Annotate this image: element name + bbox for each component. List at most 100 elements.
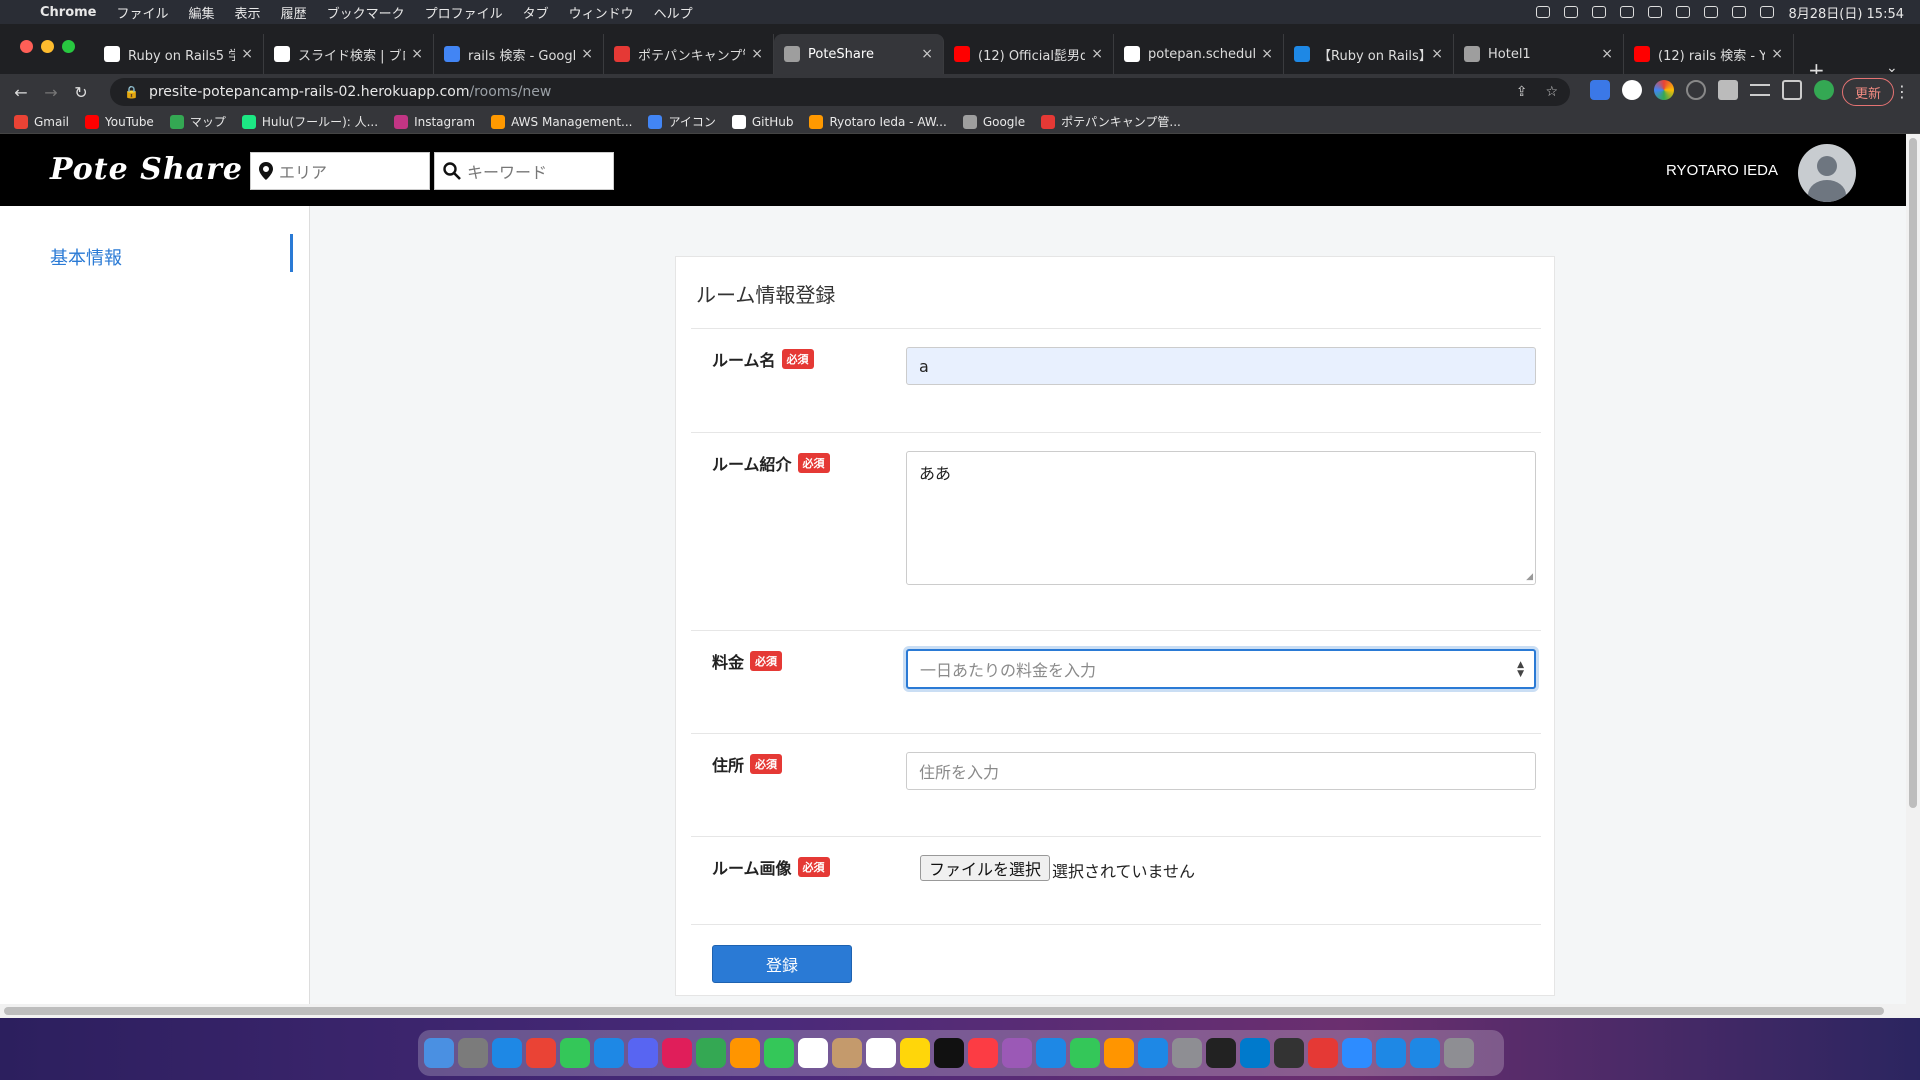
bookmark-item[interactable]: Google (962, 114, 1025, 129)
vertical-scrollbar[interactable] (1906, 134, 1920, 1018)
dock-app-icon[interactable] (798, 1038, 828, 1068)
dock-app-icon[interactable] (968, 1038, 998, 1068)
bookmark-item[interactable]: Hulu(フールー): 人... (241, 113, 378, 130)
dock-app-icon[interactable] (832, 1038, 862, 1068)
dock-app-icon[interactable] (1274, 1038, 1304, 1068)
tab-close-icon[interactable]: × (241, 46, 253, 62)
dock-app-icon[interactable] (628, 1038, 658, 1068)
menu-history[interactable]: 履歴 (281, 3, 307, 22)
dock-app-icon[interactable] (1002, 1038, 1032, 1068)
address-input[interactable]: 住所を入力 (906, 752, 1536, 790)
site-logo[interactable]: Pote Share (50, 152, 243, 187)
dock-app-icon[interactable] (730, 1038, 760, 1068)
browser-tab[interactable]: (12) rails 検索 - You × (1624, 34, 1794, 74)
close-window-button[interactable] (20, 40, 33, 53)
browser-tab[interactable]: ポテパンキャンプ管理 × (604, 34, 774, 74)
clock[interactable]: 8月28日(日) 15:54 (1788, 3, 1904, 22)
dock-app-icon[interactable] (1376, 1038, 1406, 1068)
color-extension-icon[interactable] (1654, 80, 1674, 100)
browser-tab[interactable]: (12) Official髭男dis × (944, 34, 1114, 74)
dock-app-icon[interactable] (1138, 1038, 1168, 1068)
dock-app-icon[interactable] (662, 1038, 692, 1068)
horizontal-scrollbar[interactable] (0, 1004, 1906, 1018)
tab-close-icon[interactable]: × (1771, 46, 1783, 62)
tab-close-icon[interactable]: × (581, 46, 593, 62)
browser-tab[interactable]: PoteShare × (774, 34, 944, 74)
bookmark-item[interactable]: Instagram (394, 114, 475, 129)
dock-app-icon[interactable] (1444, 1038, 1474, 1068)
browser-tab[interactable]: Ruby on Rails5 学習 × (94, 34, 264, 74)
puzzle-icon[interactable] (1718, 80, 1738, 100)
extension-icon[interactable] (1686, 80, 1706, 100)
scroll-thumb[interactable] (4, 1007, 1884, 1015)
zoom-window-button[interactable] (62, 40, 75, 53)
dock-app-icon[interactable] (866, 1038, 896, 1068)
forward-icon[interactable]: → (36, 83, 66, 102)
dock-app-icon[interactable] (1070, 1038, 1100, 1068)
battery-icon[interactable] (1676, 6, 1691, 18)
bookmark-item[interactable]: アイコン (648, 113, 716, 130)
area-search-input[interactable]: エリア (250, 152, 430, 190)
dock-app-icon[interactable] (1172, 1038, 1202, 1068)
dock-app-icon[interactable] (526, 1038, 556, 1068)
browser-tab[interactable]: スライド検索 | ブロッ × (264, 34, 434, 74)
bookmark-item[interactable]: マップ (169, 113, 226, 130)
menu-profiles[interactable]: プロファイル (425, 3, 503, 22)
browser-tab[interactable]: Hotel1 × (1454, 34, 1624, 74)
browser-tab[interactable]: potepan.schedule/ × (1114, 34, 1284, 74)
bookmark-item[interactable]: ポテパンキャンプ管... (1041, 113, 1181, 130)
control-center-icon[interactable] (1760, 6, 1775, 18)
avatar[interactable] (1798, 144, 1856, 202)
menu-app[interactable]: Chrome (40, 5, 97, 20)
dock-app-icon[interactable] (560, 1038, 590, 1068)
bookmark-item[interactable]: YouTube (85, 114, 154, 129)
search-icon[interactable] (1732, 6, 1747, 18)
number-spinner-icon[interactable]: ▲ ▼ (1517, 661, 1524, 679)
status-icon[interactable] (1592, 6, 1607, 18)
dock-app-icon[interactable] (458, 1038, 488, 1068)
keyword-search-input[interactable]: キーワード (434, 152, 614, 190)
dock-app-icon[interactable] (424, 1038, 454, 1068)
chrome-menu-icon[interactable]: ⋮ (1894, 82, 1910, 101)
bookmark-item[interactable]: AWS Management... (491, 114, 632, 129)
dock-app-icon[interactable] (1036, 1038, 1066, 1068)
tab-close-icon[interactable]: × (921, 46, 933, 62)
price-input[interactable]: 一日あたりの料金を入力 ▲ ▼ (906, 649, 1536, 689)
volume-icon[interactable] (1620, 6, 1635, 18)
address-bar[interactable]: 🔒 presite-potepancamp-rails-02.herokuapp… (110, 78, 1570, 106)
dock-app-icon[interactable] (900, 1038, 930, 1068)
status-icon[interactable] (1564, 6, 1579, 18)
tab-close-icon[interactable]: × (1431, 46, 1443, 62)
dock-app-icon[interactable] (696, 1038, 726, 1068)
menu-tab[interactable]: タブ (523, 3, 549, 22)
menu-window[interactable]: ウィンドウ (569, 3, 634, 22)
tab-close-icon[interactable]: × (1261, 46, 1273, 62)
bookmark-item[interactable]: Gmail (14, 114, 69, 129)
bookmark-item[interactable]: GitHub (731, 114, 793, 129)
sidebar-item-basic-info[interactable]: 基本情報 (50, 244, 122, 270)
tab-close-icon[interactable]: × (411, 46, 423, 62)
scroll-thumb[interactable] (1909, 138, 1917, 808)
bookmark-star-icon[interactable]: ☆ (1545, 84, 1558, 100)
status-icon[interactable] (1536, 6, 1551, 18)
submit-button[interactable]: 登録 (712, 945, 852, 983)
dock-app-icon[interactable] (1206, 1038, 1236, 1068)
dock-app-icon[interactable] (1104, 1038, 1134, 1068)
side-panel-icon[interactable] (1782, 80, 1802, 100)
menu-view[interactable]: 表示 (235, 3, 261, 22)
browser-tab[interactable]: rails 検索 - Google × (434, 34, 604, 74)
tab-close-icon[interactable]: × (1601, 46, 1613, 62)
dock-app-icon[interactable] (492, 1038, 522, 1068)
browser-tab[interactable]: 【Ruby on Rails】R × (1284, 34, 1454, 74)
room-intro-textarea[interactable]: ああ ◢ (906, 451, 1536, 585)
resize-handle-icon[interactable]: ◢ (1526, 572, 1533, 582)
menu-edit[interactable]: 編集 (189, 3, 215, 22)
tab-close-icon[interactable]: × (751, 46, 763, 62)
bookmark-item[interactable]: Ryotaro Ieda - AW... (809, 114, 947, 129)
user-name[interactable]: RYOTARO IEDA (1666, 162, 1778, 179)
wifi-icon[interactable] (1704, 6, 1719, 18)
bluetooth-icon[interactable] (1648, 6, 1663, 18)
minimize-window-button[interactable] (41, 40, 54, 53)
file-choose-button[interactable]: ファイルを選択 (920, 855, 1051, 881)
translate-extension-icon[interactable] (1590, 80, 1610, 100)
